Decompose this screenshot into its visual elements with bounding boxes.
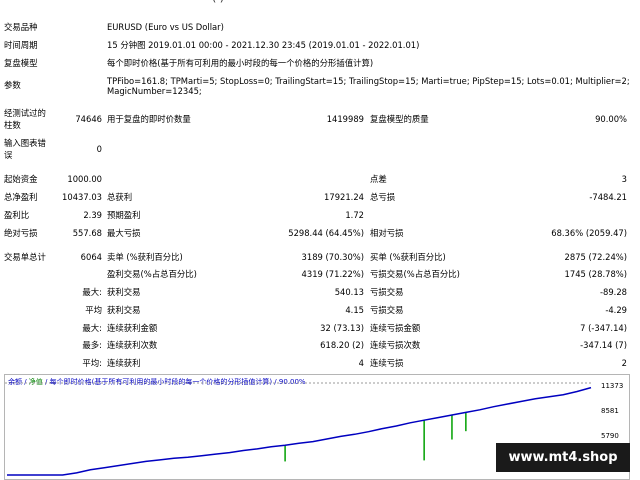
grossloss-value: -7484.21 bbox=[589, 192, 627, 202]
bars-label-1: 经测试过的 bbox=[4, 108, 46, 118]
reldd-label: 相对亏损 bbox=[370, 228, 404, 238]
absdd-value: 557.68 bbox=[72, 228, 102, 238]
total-trades-value: 6064 bbox=[80, 252, 102, 262]
pf-label: 盈利比 bbox=[4, 210, 30, 220]
ticks-value: 1419989 bbox=[326, 114, 364, 124]
expected-value: 1.72 bbox=[345, 210, 364, 220]
deposit-value: 1000.00 bbox=[67, 174, 102, 184]
profit-trades-label: 盈利交易(%占总百分比) bbox=[107, 269, 197, 279]
errors-label-2: 误 bbox=[4, 150, 13, 160]
quality-value: 90.00% bbox=[595, 114, 627, 124]
y-label-low: 5790 bbox=[601, 432, 619, 440]
largest-prefix: 最大: bbox=[82, 287, 102, 297]
maxcons-losses-value: 7 (-347.14) bbox=[580, 323, 627, 333]
grossloss-label: 总亏损 bbox=[370, 192, 396, 202]
average-loss-value: -4.29 bbox=[605, 305, 627, 315]
deposit-label: 起始资金 bbox=[4, 174, 38, 184]
model-value: 每个即时价格(基于所有可利用的最小时段的每一个价格的分形插值计算) bbox=[107, 58, 374, 68]
maxconsum-loss-value: -347.14 (7) bbox=[580, 340, 627, 350]
maxconsum-loss-label: 连续亏损次数 bbox=[370, 340, 421, 350]
largest-loss-value: -89.28 bbox=[600, 287, 627, 297]
short-label: 卖单 (%获利百分比) bbox=[107, 252, 183, 262]
bars-label-2: 柱数 bbox=[4, 120, 21, 130]
model-label: 复盘模型 bbox=[4, 58, 38, 68]
profit-trades-value: 4319 (71.22%) bbox=[301, 269, 364, 279]
largest-profit-value: 540.13 bbox=[334, 287, 364, 297]
y-label-top: 11373 bbox=[601, 382, 624, 390]
total-trades-label: 交易单总计 bbox=[4, 252, 46, 262]
period-value: 15 分钟图 2019.01.01 00:00 - 2021.12.30 23:… bbox=[107, 40, 420, 50]
long-label: 买单 (%获利百分比) bbox=[370, 252, 446, 262]
maxcons-wins-value: 32 (73.13) bbox=[320, 323, 364, 333]
absdd-label: 绝对亏损 bbox=[4, 228, 38, 238]
netprofit-label: 总净盈利 bbox=[4, 192, 38, 202]
maxcons-wins-label: 连续获利金额 bbox=[107, 323, 158, 333]
largest-loss-label: 亏损交易 bbox=[370, 287, 404, 297]
report-title-fragment: ( ) bbox=[0, 0, 640, 4]
watermark-badge: www.mt4.shop bbox=[496, 443, 630, 472]
average-profit-label: 获利交易 bbox=[107, 305, 141, 315]
ticks-label: 用于复盘的即时价数量 bbox=[107, 114, 191, 124]
maxcons-prefix: 最大: bbox=[82, 323, 102, 333]
maxdd-label: 最大亏损 bbox=[107, 228, 141, 238]
netprofit-value: 10437.03 bbox=[62, 192, 102, 202]
average-profit-value: 4.15 bbox=[345, 305, 364, 315]
pf-value: 2.39 bbox=[83, 210, 102, 220]
quality-label: 复盘模型的质量 bbox=[370, 114, 429, 124]
spread-label: 点差 bbox=[370, 174, 387, 184]
y-label-mid: 8581 bbox=[601, 407, 619, 415]
avgcons-losses-label: 连续亏损 bbox=[370, 358, 404, 368]
symbol-label: 交易品种 bbox=[4, 22, 38, 32]
maxconsum-prefix: 最多: bbox=[82, 340, 102, 350]
maxconsum-profit-value: 618.20 (2) bbox=[320, 340, 364, 350]
maxcons-losses-label: 连续亏损金额 bbox=[370, 323, 421, 333]
bars-value: 74646 bbox=[75, 114, 102, 124]
average-prefix: 平均 bbox=[85, 305, 102, 315]
average-loss-label: 亏损交易 bbox=[370, 305, 404, 315]
reldd-value: 68.36% (2059.47) bbox=[551, 228, 627, 238]
params-value-line2: MagicNumber=12345; bbox=[107, 86, 202, 96]
short-value: 3189 (70.30%) bbox=[301, 252, 364, 262]
period-label: 时间周期 bbox=[4, 40, 38, 50]
maxconsum-profit-label: 连续获利次数 bbox=[107, 340, 158, 350]
avgcons-wins-value: 4 bbox=[358, 358, 364, 368]
avgcons-prefix: 平均: bbox=[82, 358, 102, 368]
symbol-value: EURUSD (Euro vs US Dollar) bbox=[107, 22, 224, 32]
maxdd-value: 5298.44 (64.45%) bbox=[288, 228, 364, 238]
long-value: 2875 (72.24%) bbox=[564, 252, 627, 262]
avgcons-losses-value: 2 bbox=[621, 358, 627, 368]
avgcons-wins-label: 连续获利 bbox=[107, 358, 141, 368]
errors-label-1: 输入图表错 bbox=[4, 138, 46, 148]
largest-profit-label: 获利交易 bbox=[107, 287, 141, 297]
grossprofit-value: 17921.24 bbox=[324, 192, 364, 202]
expected-label: 预期盈利 bbox=[107, 210, 141, 220]
params-label: 参数 bbox=[4, 80, 21, 90]
spread-value: 3 bbox=[621, 174, 627, 184]
loss-trades-value: 1745 (28.78%) bbox=[564, 269, 627, 279]
grossprofit-label: 总获利 bbox=[107, 192, 133, 202]
loss-trades-label: 亏损交易(%占总百分比) bbox=[370, 269, 460, 279]
errors-value: 0 bbox=[96, 144, 102, 154]
